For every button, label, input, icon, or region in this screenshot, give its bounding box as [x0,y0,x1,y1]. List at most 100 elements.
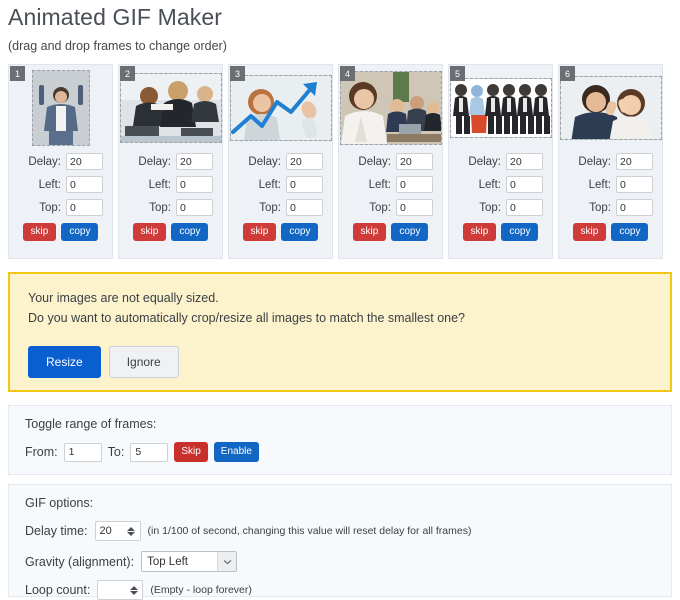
size-mismatch-warning: Your images are not equally sized. Do yo… [8,272,672,392]
frame-thumbnail[interactable] [559,76,662,140]
frame-number-badge: 1 [10,66,25,81]
delay-time-hint: (in 1/100 of second, changing this value… [147,525,472,537]
frame-card[interactable]: 2 Delay: Left: Top: skip copy [118,64,223,259]
range-skip-button[interactable]: Skip [174,442,208,462]
frame-top-input[interactable] [616,199,653,216]
frame-left-input[interactable] [396,176,433,193]
frame-actions: skip copy [9,223,112,241]
gravity-select[interactable]: Top Left [141,551,238,572]
delay-time-label: Delay time: [25,524,88,538]
frame-left-row: Left: [9,176,112,193]
frame-left-input[interactable] [286,176,323,193]
frame-left-row: Left: [559,176,662,193]
frame-delay-row: Delay: [9,153,112,170]
range-from-input[interactable] [63,442,102,462]
frame-copy-button[interactable]: copy [61,223,99,241]
frame-left-input[interactable] [176,176,213,193]
frame-top-input[interactable] [66,199,103,216]
gravity-row: Gravity (alignment): Top Left [25,551,238,572]
frame-thumbnail[interactable] [31,70,90,146]
frame-card[interactable]: 5 Delay: Left: Top: skip copy [448,64,553,259]
frame-thumbnail[interactable] [339,71,442,145]
frame-skip-button[interactable]: skip [22,223,57,241]
frame-actions: skip copy [559,223,662,241]
frame-copy-button[interactable]: copy [281,223,319,241]
frame-left-label: Left: [588,178,611,191]
frames-strip: 1 Delay: Left: Top: skip copy 2 [8,64,672,259]
frame-delay-row: Delay: [229,153,332,170]
frame-top-input[interactable] [286,199,323,216]
frame-top-input[interactable] [396,199,433,216]
toggle-range-panel: Toggle range of frames: From: To: Skip E… [8,405,672,475]
frame-copy-button[interactable]: copy [501,223,539,241]
loop-count-stepper[interactable] [97,580,144,600]
frame-actions: skip copy [229,223,332,241]
frame-top-label: Top: [39,201,61,214]
frame-delay-row: Delay: [339,153,442,170]
frame-delay-label: Delay: [138,155,171,168]
gravity-label: Gravity (alignment): [25,554,135,569]
frame-top-row: Top: [339,199,442,216]
range-enable-button[interactable]: Enable [213,442,259,462]
frame-copy-button[interactable]: copy [391,223,429,241]
frame-delay-label: Delay: [248,155,281,168]
frame-delay-input[interactable] [396,153,433,170]
gif-options-panel: GIF options: Delay time: 20 (in 1/100 of… [8,484,672,600]
frame-card[interactable]: 6 Delay: Left: Top: skip copy [558,64,663,259]
frame-delay-input[interactable] [286,153,323,170]
frame-delay-row: Delay: [449,153,552,170]
frame-top-label: Top: [479,201,501,214]
frame-number-badge: 4 [340,66,355,81]
frame-top-input[interactable] [506,199,543,216]
frame-skip-button[interactable]: skip [572,223,607,241]
chevron-down-icon[interactable] [217,552,237,571]
frame-number-badge: 3 [230,66,245,81]
frame-card[interactable]: 1 Delay: Left: Top: skip copy [8,64,113,259]
frame-left-label: Left: [368,178,391,191]
frame-left-input[interactable] [506,176,543,193]
frame-delay-input[interactable] [176,153,213,170]
frame-skip-button[interactable]: skip [132,223,167,241]
frame-delay-input[interactable] [506,153,543,170]
frame-copy-button[interactable]: copy [171,223,209,241]
ignore-button[interactable]: Ignore [108,346,179,378]
frame-left-input[interactable] [616,176,653,193]
frame-card[interactable]: 4 Delay: Left: Top: skip copy [338,64,443,259]
frame-thumbnail[interactable] [229,75,332,141]
frame-delay-input[interactable] [66,153,103,170]
frame-top-row: Top: [449,199,552,216]
frame-left-input[interactable] [66,176,103,193]
frame-actions: skip copy [339,223,442,241]
frame-top-row: Top: [119,199,222,216]
gif-options-title: GIF options: [25,496,94,510]
frame-card[interactable]: 3 Delay: Left: Top: skip copy [228,64,333,259]
resize-button[interactable]: Resize [28,346,101,378]
to-label: To: [107,445,125,459]
frame-skip-button[interactable]: skip [462,223,497,241]
frame-left-label: Left: [148,178,171,191]
frame-delay-label: Delay: [358,155,391,168]
range-to-input[interactable] [130,442,169,462]
frame-number-badge: 6 [560,66,575,81]
spinner-arrows-icon[interactable] [125,522,138,540]
toggle-range-title: Toggle range of frames: [25,417,157,431]
frame-delay-input[interactable] [616,153,653,170]
frame-skip-button[interactable]: skip [242,223,277,241]
frame-left-row: Left: [449,176,552,193]
loop-count-row: Loop count: (Empty - loop forever) [25,580,252,600]
delay-time-value: 20 [99,525,112,537]
frame-delay-label: Delay: [468,155,501,168]
frame-left-label: Left: [478,178,501,191]
frame-thumbnail[interactable] [119,73,222,143]
delay-time-stepper[interactable]: 20 [94,521,141,541]
frame-actions: skip copy [119,223,222,241]
frame-skip-button[interactable]: skip [352,223,387,241]
frame-thumbnail[interactable] [449,78,552,138]
gif-maker-page: Animated GIF Maker (drag and drop frames… [0,0,680,600]
toggle-range-controls: From: To: Skip Enable [25,442,259,462]
frame-copy-button[interactable]: copy [611,223,649,241]
from-label: From: [25,445,58,459]
frame-top-label: Top: [149,201,171,214]
frame-top-input[interactable] [176,199,213,216]
spinner-arrows-icon[interactable] [127,581,140,599]
